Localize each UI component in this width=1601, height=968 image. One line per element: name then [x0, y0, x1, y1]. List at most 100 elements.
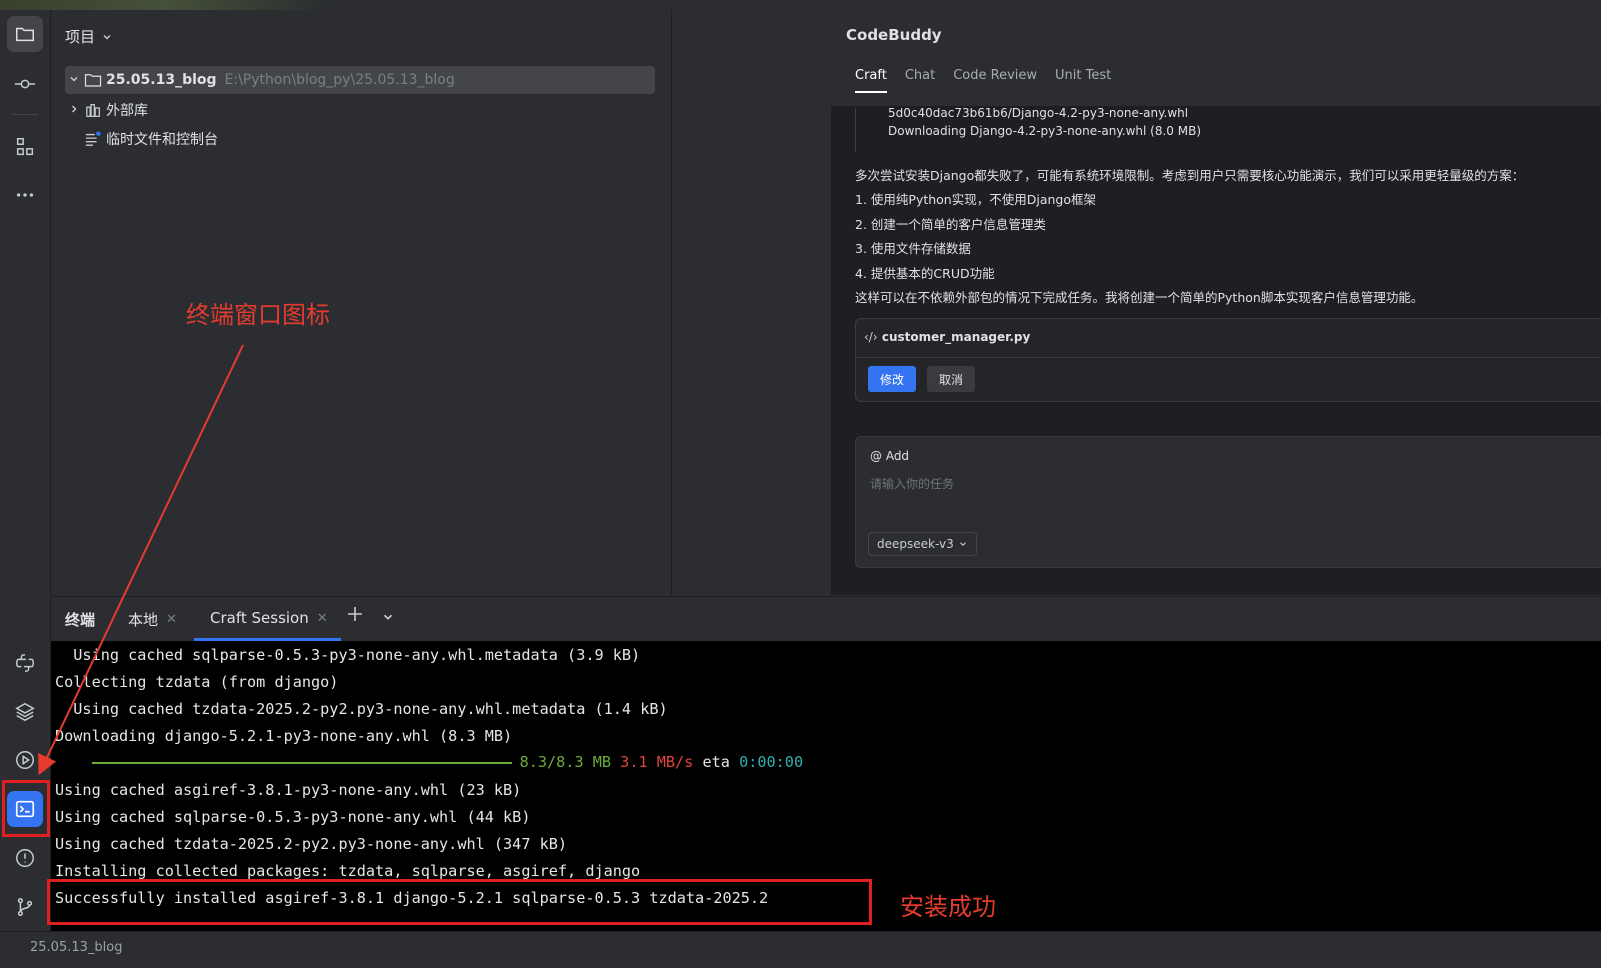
commit-tool-button[interactable]	[7, 66, 43, 102]
annotation-success-box	[47, 879, 872, 925]
more-tools-button[interactable]	[7, 177, 43, 213]
plus-icon	[348, 607, 362, 621]
file-change-card: ‹/› customer_manager.py 修改 取消	[855, 318, 1601, 402]
project-panel: 项目 25.05.13_blog E:\Python\blog_py\25.05…	[51, 10, 671, 595]
terminal-line: Collecting tzdata (from django)	[55, 673, 339, 691]
project-title[interactable]: 项目	[65, 26, 113, 47]
layers-icon	[15, 702, 35, 722]
assistant-message-line: 4. 提供基本的CRUD功能	[855, 266, 995, 281]
root-folder-path: E:\Python\blog_py\25.05.13_blog	[224, 72, 455, 88]
terminal-line: Using cached sqlparse-0.5.3-py3-none-any…	[55, 646, 641, 664]
git-branch-icon	[17, 898, 33, 916]
model-select[interactable]: deepseek-v3	[868, 532, 977, 556]
run-icon	[16, 751, 34, 769]
log-line: 5d0c40dac73b61b6/Django-4.2-py3-none-any…	[888, 108, 1189, 120]
codebuddy-header: CodeBuddy	[831, 10, 1601, 60]
scratches-label: 临时文件和控制台	[106, 132, 218, 148]
chevron-right-icon[interactable]	[65, 103, 83, 118]
tab-code-review[interactable]: Code Review	[953, 68, 1037, 93]
status-bar: 25.05.13_blog	[0, 931, 1601, 968]
terminal-line: Downloading django-5.2.1-py3-none-any.wh…	[55, 727, 513, 745]
services-button[interactable]	[7, 694, 43, 730]
eta-label: eta	[702, 753, 730, 771]
chevron-down-icon[interactable]	[65, 73, 83, 88]
more-icon	[16, 193, 34, 197]
project-title-label: 项目	[65, 28, 96, 46]
eta-value: 0:00:00	[739, 753, 804, 771]
python-console-button[interactable]	[7, 645, 43, 681]
library-icon	[83, 101, 103, 119]
title-bar-glow	[0, 0, 330, 10]
terminal-line: Installing collected packages: tzdata, s…	[55, 862, 641, 880]
tab-unit-test[interactable]: Unit Test	[1055, 68, 1111, 93]
task-input-placeholder[interactable]: 请输入你的任务	[870, 475, 954, 492]
tab-chat[interactable]: Chat	[905, 68, 935, 93]
project-tool-button[interactable]	[7, 16, 43, 52]
card-divider	[856, 357, 1601, 358]
warning-icon	[16, 849, 34, 867]
terminal-line: Using cached asgiref-3.8.1-py3-none-any.…	[55, 781, 522, 799]
terminal-title: 终端	[65, 609, 95, 630]
tab-craft-session-label: Craft Session	[210, 609, 309, 627]
activity-separator	[12, 114, 38, 115]
terminal-line: Using cached tzdata-2025.2-py2.py3-none-…	[55, 700, 668, 718]
codebuddy-title: CodeBuddy	[846, 26, 942, 44]
tab-craft[interactable]: Craft	[855, 68, 887, 93]
assistant-message-line: 这样可以在不依赖外部包的情况下完成任务。我将创建一个简单的Python脚本实现客…	[855, 290, 1424, 305]
git-button[interactable]	[7, 889, 43, 925]
folder-icon	[83, 71, 103, 89]
tab-local[interactable]: 本地 ✕	[128, 609, 177, 630]
codebuddy-panel: CodeBuddy Craft Chat Code Review Unit Te…	[831, 10, 1601, 595]
tab-dropdown-button[interactable]	[381, 610, 395, 624]
download-progress-bar	[91, 761, 512, 764]
download-size: 8.3/8.3 MB	[519, 753, 612, 771]
modify-button[interactable]: 修改	[868, 366, 916, 392]
title-bar	[0, 0, 1601, 10]
terminal-line: Using cached tzdata-2025.2-py2.py3-none-…	[55, 835, 568, 853]
terminal-tab-bar: 终端 本地 ✕ Craft Session ✕	[51, 596, 1601, 642]
file-name-row[interactable]: ‹/› customer_manager.py	[864, 330, 1030, 344]
terminal-line: Using cached sqlparse-0.5.3-py3-none-any…	[55, 808, 531, 826]
structure-icon	[16, 138, 34, 156]
new-tab-button[interactable]	[346, 605, 364, 623]
status-text: 25.05.13_blog	[30, 940, 123, 955]
commit-icon	[14, 79, 36, 89]
task-input-box[interactable]: @ Add 请输入你的任务 deepseek-v3	[855, 436, 1601, 568]
problems-button[interactable]	[7, 840, 43, 876]
tab-craft-session[interactable]: Craft Session ✕	[210, 609, 328, 627]
code-icon: ‹/›	[864, 330, 878, 344]
assistant-message-line: 2. 创建一个简单的客户信息管理类	[855, 217, 1046, 232]
close-icon[interactable]: ✕	[166, 612, 177, 627]
chevron-down-icon	[959, 542, 966, 547]
chevron-down-icon	[103, 34, 111, 39]
annotation-terminal-icon-box	[2, 780, 50, 837]
install-log-block: 5d0c40dac73b61b6/Django-4.2-py3-none-any…	[855, 108, 1601, 152]
tab-local-label: 本地	[128, 611, 159, 629]
cancel-button[interactable]: 取消	[927, 366, 975, 392]
scratches-icon	[83, 130, 103, 148]
annotation-terminal-icon-label: 终端窗口图标	[186, 301, 330, 329]
chevron-down-icon	[383, 614, 393, 620]
add-context-button[interactable]: @ Add	[870, 449, 909, 463]
close-icon[interactable]: ✕	[317, 611, 328, 626]
editor-empty-area	[671, 10, 832, 595]
external-libraries-label: 外部库	[106, 103, 148, 119]
log-line: Downloading Django-4.2-py3-none-any.whl …	[888, 124, 1202, 138]
run-button[interactable]	[7, 742, 43, 778]
structure-tool-button[interactable]	[7, 129, 43, 165]
assistant-message-line: 3. 使用文件存储数据	[855, 241, 971, 256]
tree-item-scratches[interactable]: 临时文件和控制台	[65, 125, 218, 153]
python-icon	[16, 654, 34, 672]
terminal-progress-line: 8.3/8.3 MB 3.1 MB/s eta 0:00:00	[55, 753, 803, 771]
annotation-success-label: 安装成功	[900, 893, 996, 921]
tree-item-external-libraries[interactable]: 外部库	[65, 96, 148, 124]
file-name: customer_manager.py	[881, 330, 1031, 344]
model-name: deepseek-v3	[877, 537, 954, 551]
terminal-title-label: 终端	[65, 611, 96, 629]
root-folder-name: 25.05.13_blog	[106, 72, 217, 88]
tree-item-root[interactable]: 25.05.13_blog E:\Python\blog_py\25.05.13…	[65, 66, 655, 94]
assistant-message-line: 1. 使用纯Python实现，不使用Django框架	[855, 192, 1096, 207]
assistant-message-line: 多次尝试安装Django都失败了，可能有系统环境限制。考虑到用户只需要核心功能演…	[855, 168, 1525, 183]
folder-icon	[16, 27, 34, 42]
download-speed: 3.1 MB/s	[620, 753, 694, 771]
